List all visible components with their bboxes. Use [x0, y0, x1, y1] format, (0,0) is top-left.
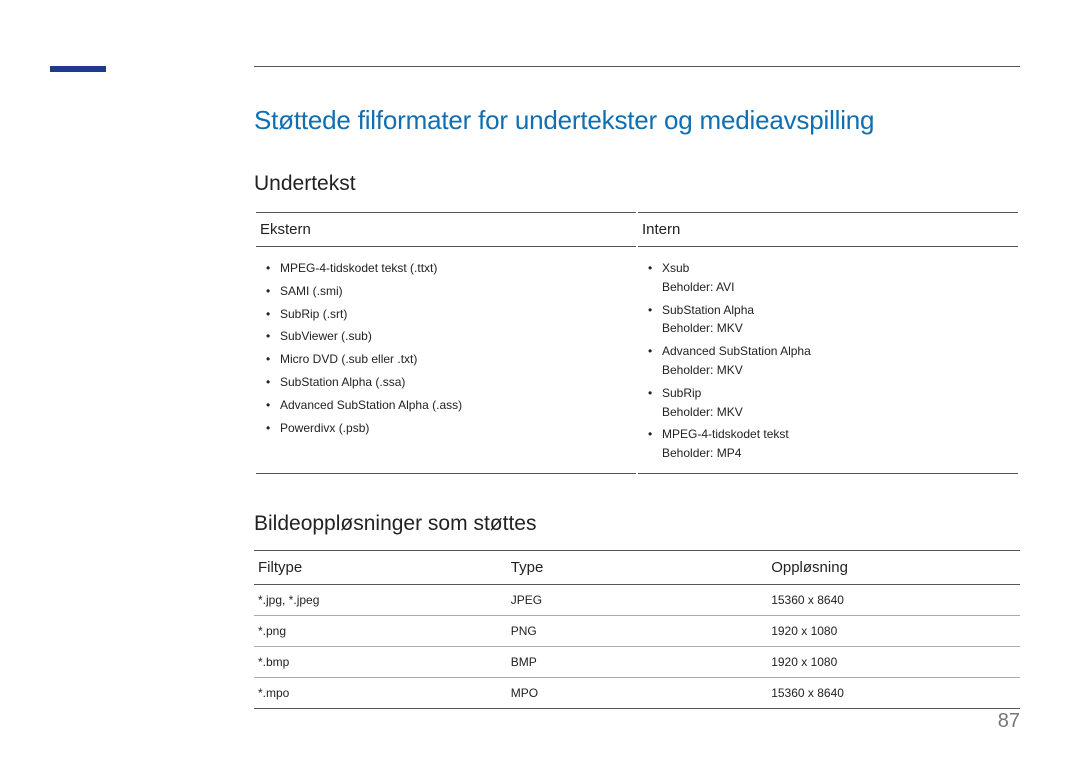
list-item-text: MPEG-4-tidskodet tekst: [662, 427, 789, 441]
subtitle-table: Ekstern Intern MPEG-4-tidskodet tekst (.…: [254, 210, 1020, 476]
image-col-header-type: Type: [507, 550, 767, 584]
cell-filtype: *.jpg, *.jpeg: [254, 584, 507, 615]
page-title: Støttede filformater for undertekster og…: [254, 105, 1020, 136]
list-item: Micro DVD (.sub eller .txt): [280, 348, 636, 371]
cell-type: BMP: [507, 646, 767, 677]
cell-opplosning: 15360 x 8640: [767, 677, 1020, 708]
section-heading-undertekst: Undertekst: [254, 172, 1020, 196]
list-item: SAMI (.smi): [280, 280, 636, 303]
image-col-header-filtype: Filtype: [254, 550, 507, 584]
cell-opplosning: 15360 x 8640: [767, 584, 1020, 615]
cell-type: MPO: [507, 677, 767, 708]
table-row: *.png PNG 1920 x 1080: [254, 615, 1020, 646]
list-item-subtext: Beholder: MP4: [662, 443, 1018, 462]
list-item: SubViewer (.sub): [280, 325, 636, 348]
cell-type: PNG: [507, 615, 767, 646]
list-item-subtext: Beholder: MKV: [662, 360, 1018, 379]
section-tab-indicator: [50, 66, 106, 72]
list-item-subtext: Beholder: MKV: [662, 318, 1018, 337]
cell-type: JPEG: [507, 584, 767, 615]
external-subtitle-list: MPEG-4-tidskodet tekst (.ttxt) SAMI (.sm…: [260, 257, 636, 439]
list-item: Advanced SubStation Alpha (.ass): [280, 394, 636, 417]
list-item-text: Advanced SubStation Alpha: [662, 344, 811, 358]
list-item-subtext: Beholder: AVI: [662, 277, 1018, 296]
cell-filtype: *.png: [254, 615, 507, 646]
list-item: MPEG-4-tidskodet tekst (.ttxt): [280, 257, 636, 280]
page-number: 87: [998, 710, 1020, 733]
section-heading-bildeopplosninger: Bildeoppløsninger som støttes: [254, 512, 1020, 536]
list-item-text: SubStation Alpha: [662, 303, 754, 317]
list-item-text: SubRip: [662, 386, 701, 400]
table-row: *.bmp BMP 1920 x 1080: [254, 646, 1020, 677]
cell-opplosning: 1920 x 1080: [767, 615, 1020, 646]
list-item-subtext: Beholder: MKV: [662, 402, 1018, 421]
list-item: Xsub Beholder: AVI: [662, 257, 1018, 299]
table-row: *.mpo MPO 15360 x 8640: [254, 677, 1020, 708]
cell-filtype: *.mpo: [254, 677, 507, 708]
subtitle-col-header-ekstern: Ekstern: [256, 212, 636, 247]
list-item: SubRip Beholder: MKV: [662, 382, 1018, 424]
list-item-text: Xsub: [662, 261, 689, 275]
subtitle-col-header-intern: Intern: [638, 212, 1018, 247]
cell-opplosning: 1920 x 1080: [767, 646, 1020, 677]
image-resolution-table: Filtype Type Oppløsning *.jpg, *.jpeg JP…: [254, 550, 1020, 709]
table-row: *.jpg, *.jpeg JPEG 15360 x 8640: [254, 584, 1020, 615]
list-item: Powerdivx (.psb): [280, 417, 636, 440]
list-item: Advanced SubStation Alpha Beholder: MKV: [662, 340, 1018, 382]
list-item: SubStation Alpha (.ssa): [280, 371, 636, 394]
top-rule: [254, 66, 1020, 67]
cell-filtype: *.bmp: [254, 646, 507, 677]
internal-subtitle-list: Xsub Beholder: AVI SubStation Alpha Beho…: [642, 257, 1018, 465]
list-item: SubStation Alpha Beholder: MKV: [662, 299, 1018, 341]
page-content: Støttede filformater for undertekster og…: [254, 66, 1020, 709]
list-item: MPEG-4-tidskodet tekst Beholder: MP4: [662, 423, 1018, 465]
image-col-header-opplosning: Oppløsning: [767, 550, 1020, 584]
list-item: SubRip (.srt): [280, 303, 636, 326]
